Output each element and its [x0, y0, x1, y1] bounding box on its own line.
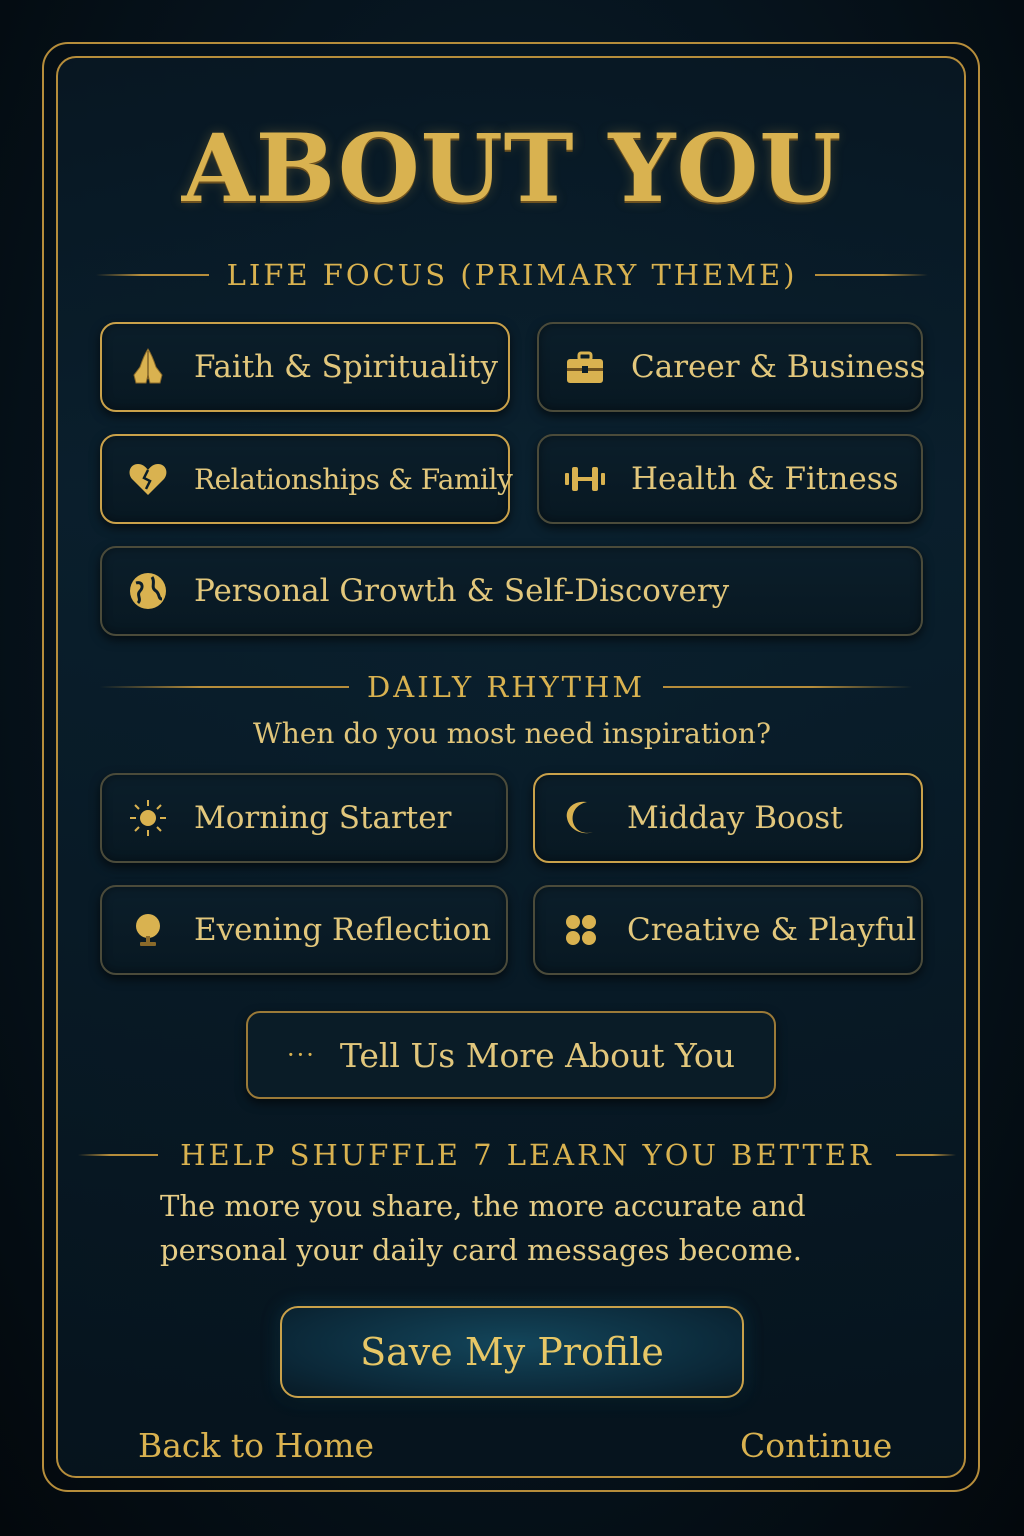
globe-icon	[124, 567, 172, 615]
divider-right	[895, 1154, 956, 1156]
page-title: ABOUT YOU	[181, 114, 843, 224]
option-label: Morning Starter	[194, 800, 452, 836]
screen: ABOUT YOU LIFE FOCUS (PRIMARY THEME) Fai…	[0, 0, 1024, 1536]
option-personal-growth[interactable]: Personal Growth & Self-Discovery	[100, 546, 923, 636]
tell-more-label: Tell Us More About You	[339, 1035, 736, 1075]
option-label: Health & Fitness	[631, 461, 899, 497]
help-line-1: The more you share, the more accurate an…	[160, 1189, 806, 1223]
daily-rhythm-title: DAILY RHYTHM	[367, 670, 646, 704]
save-profile-button[interactable]: Save My Profile	[280, 1306, 744, 1398]
help-header: HELP SHUFFLE 7 LEARN YOU BETTER	[78, 1138, 956, 1172]
lamp-icon	[124, 906, 172, 954]
help-description: The more you share, the more accurate an…	[160, 1184, 880, 1272]
option-creative-playful[interactable]: Creative & Playful	[533, 885, 923, 975]
option-evening-reflection[interactable]: Evening Reflection	[100, 885, 508, 975]
sun-icon	[124, 794, 172, 842]
ellipsis-icon: ···	[286, 1041, 316, 1069]
tell-more-button[interactable]: ··· Tell Us More About You	[246, 1011, 776, 1099]
option-label: Personal Growth & Self-Discovery	[194, 573, 730, 609]
daily-rhythm-question: When do you most need inspiration?	[253, 717, 771, 750]
option-label: Relationships & Family	[194, 462, 513, 496]
daily-rhythm-header: DAILY RHYTHM	[100, 670, 913, 704]
moon-icon	[557, 794, 605, 842]
option-label: Career & Business	[631, 349, 926, 385]
briefcase-icon	[561, 343, 609, 391]
option-label: Creative & Playful	[627, 912, 917, 948]
help-line-2: personal your daily card messages become…	[160, 1233, 803, 1267]
life-focus-title: LIFE FOCUS (PRIMARY THEME)	[226, 258, 798, 292]
option-relationships-family[interactable]: Relationships & Family	[100, 434, 513, 524]
praying-hands-icon	[124, 343, 172, 391]
divider-left	[100, 686, 349, 688]
flower-icon	[557, 906, 605, 954]
back-to-home-link[interactable]: Back to Home	[138, 1426, 374, 1465]
option-label: Faith & Spirituality	[194, 349, 498, 385]
divider-left	[96, 274, 209, 276]
divider-right	[663, 686, 913, 688]
life-focus-header: LIFE FOCUS (PRIMARY THEME)	[96, 258, 928, 292]
option-midday-boost[interactable]: Midday Boost	[533, 773, 923, 863]
option-health-fitness[interactable]: Health & Fitness	[537, 434, 923, 524]
continue-link[interactable]: Continue	[740, 1426, 892, 1465]
option-label: Midday Boost	[627, 800, 843, 836]
dumbbell-icon	[561, 455, 609, 503]
option-morning-starter[interactable]: Morning Starter	[100, 773, 508, 863]
divider-left	[78, 1154, 159, 1156]
divider-right	[815, 274, 928, 276]
option-faith-spirituality[interactable]: Faith & Spirituality	[100, 322, 510, 412]
option-career-business[interactable]: Career & Business	[537, 322, 926, 412]
help-title: HELP SHUFFLE 7 LEARN YOU BETTER	[180, 1138, 874, 1172]
option-label: Evening Reflection	[194, 912, 492, 948]
heart-icon	[124, 455, 172, 503]
